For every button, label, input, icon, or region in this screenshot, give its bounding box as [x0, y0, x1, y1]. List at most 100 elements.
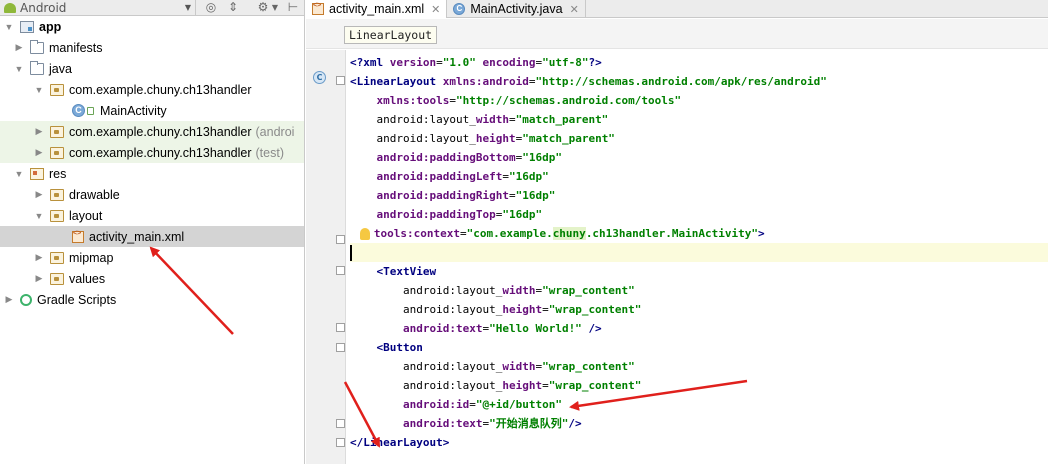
target-icon[interactable]: ◎	[204, 0, 218, 15]
tree-item-label: drawable	[69, 187, 120, 202]
code-line[interactable]: android:paddingLeft="16dp"	[350, 167, 1048, 186]
tree-item-com-example-chuny-ch13handler[interactable]: ▶ com.example.chuny.ch13handler (androi	[0, 121, 304, 142]
editor-area: activity_main.xml ✕ C MainActivity.java …	[306, 0, 1048, 464]
code-editor[interactable]: <?xml version="1.0" encoding="utf-8"?> <L…	[350, 50, 1048, 464]
code-text: <LinearLayout xmlns:android="http://sche…	[350, 75, 827, 88]
code-line[interactable]: android:layout_height="match_parent"	[350, 129, 1048, 148]
code-text: android:layout_height="wrap_content"	[402, 303, 642, 316]
chevron-down-icon: ▼	[184, 3, 191, 12]
code-line[interactable]: android:id="@+id/button"	[350, 395, 1048, 414]
xml-file-icon	[312, 2, 324, 15]
tree-item-label: res	[49, 166, 67, 181]
expand-arrow-icon[interactable]: ▼	[4, 22, 14, 32]
fold-marker-icon[interactable]	[336, 323, 345, 332]
expand-arrow-icon[interactable]: ▼	[34, 211, 44, 221]
code-text: <TextView	[376, 265, 437, 278]
tree-item-activity-main-xml[interactable]: activity_main.xml	[0, 226, 304, 247]
package-icon	[50, 251, 64, 264]
collapse-arrow-icon[interactable]: ▶	[34, 252, 44, 263]
app-module-icon	[20, 20, 34, 33]
tab-label: MainActivity.java	[470, 2, 563, 16]
tree-item-com-example-chuny-ch13handler[interactable]: ▼ com.example.chuny.ch13handler	[0, 79, 304, 100]
collapse-arrow-icon[interactable]: ▶	[14, 42, 24, 53]
tab-activity-main-xml[interactable]: activity_main.xml ✕	[306, 0, 448, 18]
editor-tabs: activity_main.xml ✕ C MainActivity.java …	[306, 0, 1048, 18]
tree-item-com-example-chuny-ch13handler[interactable]: ▶ com.example.chuny.ch13handler (test)	[0, 142, 304, 163]
code-line[interactable]: android:layout_width="match_parent"	[350, 110, 1048, 129]
collapse-arrow-icon[interactable]: ▶	[34, 126, 44, 137]
code-line[interactable]: xmlns:tools="http://schemas.android.com/…	[350, 91, 1048, 110]
collapse-arrow-icon[interactable]: ▶	[34, 147, 44, 158]
collapse-arrow-icon[interactable]: ▶	[34, 189, 44, 200]
tree-item-values[interactable]: ▶ values	[0, 268, 304, 289]
gradle-icon	[20, 293, 32, 306]
expand-arrow-icon[interactable]: ▼	[14, 64, 24, 74]
class-link-icon[interactable]: C	[313, 71, 326, 84]
close-icon[interactable]: ✕	[570, 3, 579, 16]
code-line[interactable]: <TextView	[350, 262, 1048, 281]
collapse-arrow-icon[interactable]: ▶	[4, 294, 14, 305]
expand-arrow-icon[interactable]: ▼	[34, 85, 44, 95]
fold-marker-icon[interactable]	[336, 343, 345, 352]
code-text: android:layout_width="wrap_content"	[402, 284, 635, 297]
fold-marker-icon[interactable]	[336, 438, 345, 447]
code-text: android:layout_width="wrap_content"	[402, 360, 635, 373]
tree-item-label: mipmap	[69, 250, 114, 265]
package-icon	[50, 125, 64, 138]
collapse-arrow-icon[interactable]: ▶	[34, 273, 44, 284]
fold-marker-icon[interactable]	[336, 266, 345, 275]
code-line[interactable]: android:paddingRight="16dp"	[350, 186, 1048, 205]
tree-item-label: java	[49, 61, 72, 76]
collapse-icon[interactable]: ⇕	[226, 0, 240, 15]
gear-icon[interactable]: ⚙	[256, 0, 270, 15]
code-line[interactable]: android:layout_height="wrap_content"	[350, 376, 1048, 395]
tree-item-label: app	[39, 19, 62, 34]
tree-item-label: manifests	[49, 40, 103, 55]
tree-item-drawable[interactable]: ▶ drawable	[0, 184, 304, 205]
code-line[interactable]: <?xml version="1.0" encoding="utf-8"?>	[350, 53, 1048, 72]
lightbulb-icon[interactable]	[359, 228, 370, 240]
fold-marker-icon[interactable]	[336, 76, 345, 85]
code-line[interactable]: android:text="开始消息队列"/>	[350, 414, 1048, 433]
tree-item-label: values	[69, 271, 106, 286]
code-line[interactable]: android:layout_height="wrap_content"	[350, 300, 1048, 319]
code-text: android:text="Hello World!" />	[402, 322, 602, 335]
code-line[interactable]: tools:context="com.example.chuny.ch13han…	[340, 224, 1038, 243]
code-line[interactable]	[350, 243, 1048, 262]
breadcrumb[interactable]: LinearLayout	[344, 26, 438, 44]
code-line[interactable]: android:paddingTop="16dp"	[350, 205, 1048, 224]
code-line[interactable]: <LinearLayout xmlns:android="http://sche…	[350, 72, 1048, 91]
tree-item-res[interactable]: ▼ res	[0, 163, 304, 184]
fold-marker-icon[interactable]	[336, 419, 345, 428]
tree-item-label: com.example.chuny.ch13handler	[69, 124, 252, 139]
tree-item-label: layout	[69, 208, 103, 223]
code-line[interactable]: android:layout_width="wrap_content"	[350, 357, 1048, 376]
project-view-selector[interactable]: Android ▼	[0, 0, 196, 15]
project-view-label: Android	[20, 0, 67, 15]
tree-item-java[interactable]: ▼ java	[0, 58, 304, 79]
code-line[interactable]: android:paddingBottom="16dp"	[350, 148, 1048, 167]
close-icon[interactable]: ✕	[431, 3, 440, 16]
code-text: android:layout_height="match_parent"	[376, 132, 615, 145]
tree-item-layout[interactable]: ▼ layout	[0, 205, 304, 226]
tree-item-mainactivity[interactable]: C MainActivity	[0, 100, 304, 121]
tab-mainactivity-java[interactable]: C MainActivity.java ✕	[447, 0, 586, 18]
chevron-down-icon[interactable]: ▼	[270, 0, 280, 15]
code-text: android:paddingTop="16dp"	[376, 208, 543, 221]
code-line[interactable]: </LinearLayout>	[350, 433, 1048, 452]
code-line[interactable]: <Button	[350, 338, 1048, 357]
expand-arrow-icon[interactable]: ▼	[14, 169, 24, 179]
tree-item-manifests[interactable]: ▶ manifests	[0, 37, 304, 58]
package-icon	[50, 188, 64, 201]
tree-item-app[interactable]: ▼ app	[0, 16, 304, 37]
tree-item-mipmap[interactable]: ▶ mipmap	[0, 247, 304, 268]
hide-panel-icon[interactable]: ⊢	[286, 0, 300, 15]
code-line[interactable]: android:text="Hello World!" />	[350, 319, 1048, 338]
tree-item-gradle-scripts[interactable]: ▶ Gradle Scripts	[0, 289, 304, 310]
xml-file-icon	[72, 230, 84, 243]
tree-item-label: activity_main.xml	[89, 229, 185, 244]
code-text: <?xml version="1.0" encoding="utf-8"?>	[350, 56, 602, 69]
tab-label: activity_main.xml	[329, 2, 425, 16]
code-line[interactable]: android:layout_width="wrap_content"	[350, 281, 1048, 300]
tree-item-label: MainActivity	[100, 103, 167, 118]
